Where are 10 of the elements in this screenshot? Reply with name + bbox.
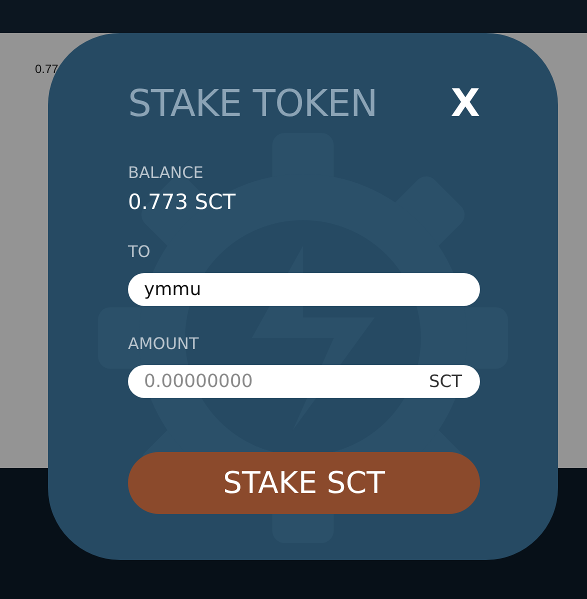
balance-label: BALANCE [128, 163, 204, 182]
unit-text: SCT [428, 372, 462, 392]
balance-text: 0.77 [35, 62, 58, 76]
to-label: TO [128, 242, 152, 261]
stake-button[interactable]: STAKE SCT [128, 452, 480, 514]
dialog-title: STAKE TOKEN [128, 82, 378, 124]
balance-value: 0.773 SCT [128, 190, 237, 214]
amount-label: AMOUNT [128, 334, 200, 353]
to-field[interactable]: ymmu [128, 273, 480, 306]
close-button[interactable]: X [450, 81, 480, 125]
